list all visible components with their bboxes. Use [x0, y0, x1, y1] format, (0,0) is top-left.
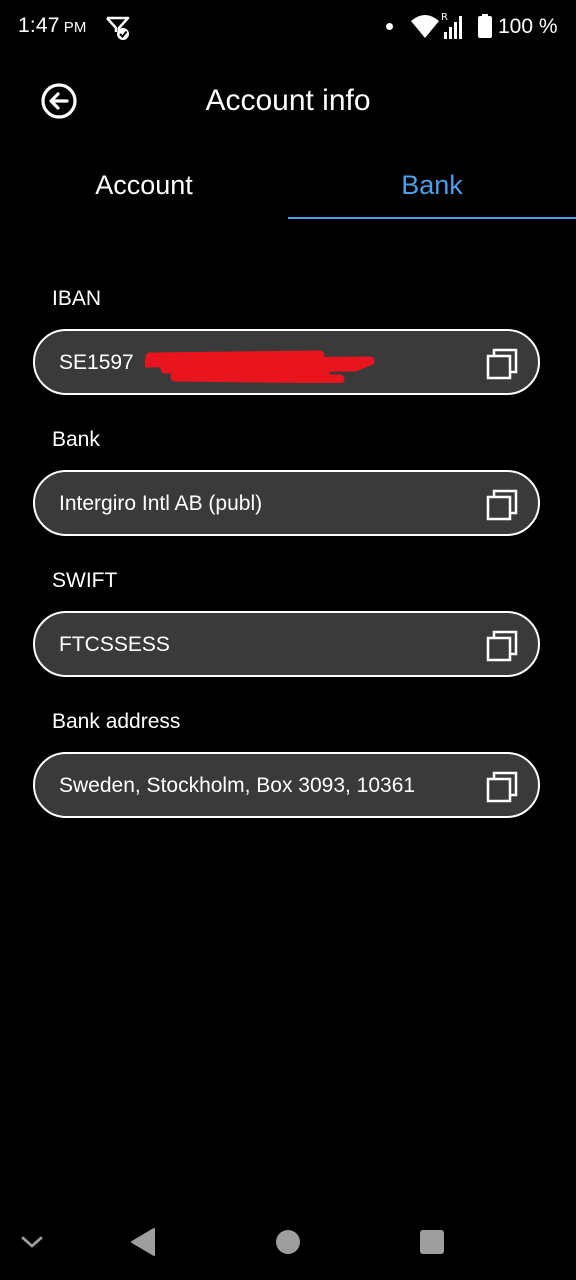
dot-icon — [386, 23, 393, 30]
redaction-scribble — [145, 350, 375, 383]
status-time: 1:47 PM — [18, 14, 87, 38]
status-bar: 1:47 PM R 100 % — [0, 0, 576, 56]
swift-value: FTCSSESS — [59, 633, 170, 656]
iban-field: SE1597 — [33, 329, 540, 395]
status-time-value: 1:47 — [18, 14, 60, 37]
system-navigation-bar — [0, 1210, 576, 1280]
cell-signal-icon: R — [441, 12, 462, 39]
chevron-down-icon[interactable] — [20, 1232, 44, 1252]
tab-account[interactable]: Account — [0, 160, 288, 218]
bank-address-value: Sweden, Stockholm, Box 3093, 10361 — [59, 774, 416, 797]
bank-field: Intergiro Intl AB (publ) — [33, 470, 540, 536]
copy-icon[interactable] — [486, 630, 518, 662]
battery-percentage: 100 % — [498, 15, 558, 38]
battery-icon — [478, 14, 492, 38]
copy-icon[interactable] — [486, 348, 518, 380]
tab-selected-indicator — [288, 217, 576, 219]
svg-text:R: R — [441, 12, 448, 23]
copy-icon[interactable] — [486, 771, 518, 803]
iban-label: IBAN — [52, 287, 102, 310]
page-title: Account info — [205, 84, 371, 117]
home-circle-icon[interactable] — [276, 1230, 300, 1254]
bank-address-label: Bank address — [52, 710, 181, 733]
notification-check-icon — [106, 16, 130, 40]
tab-bar: Account Bank — [0, 160, 576, 220]
swift-field: FTCSSESS — [33, 611, 540, 677]
bank-label: Bank — [52, 428, 100, 451]
tab-bank[interactable]: Bank — [288, 160, 576, 218]
status-time-ampm: PM — [63, 19, 87, 36]
wifi-icon — [411, 15, 439, 38]
bank-value: Intergiro Intl AB (publ) — [59, 492, 263, 515]
swift-label: SWIFT — [52, 569, 118, 592]
back-triangle-icon[interactable] — [130, 1227, 156, 1257]
copy-icon[interactable] — [486, 489, 518, 521]
recents-square-icon[interactable] — [420, 1230, 444, 1254]
iban-value: SE1597 — [59, 351, 134, 374]
bank-address-field: Sweden, Stockholm, Box 3093, 10361 — [33, 752, 540, 818]
